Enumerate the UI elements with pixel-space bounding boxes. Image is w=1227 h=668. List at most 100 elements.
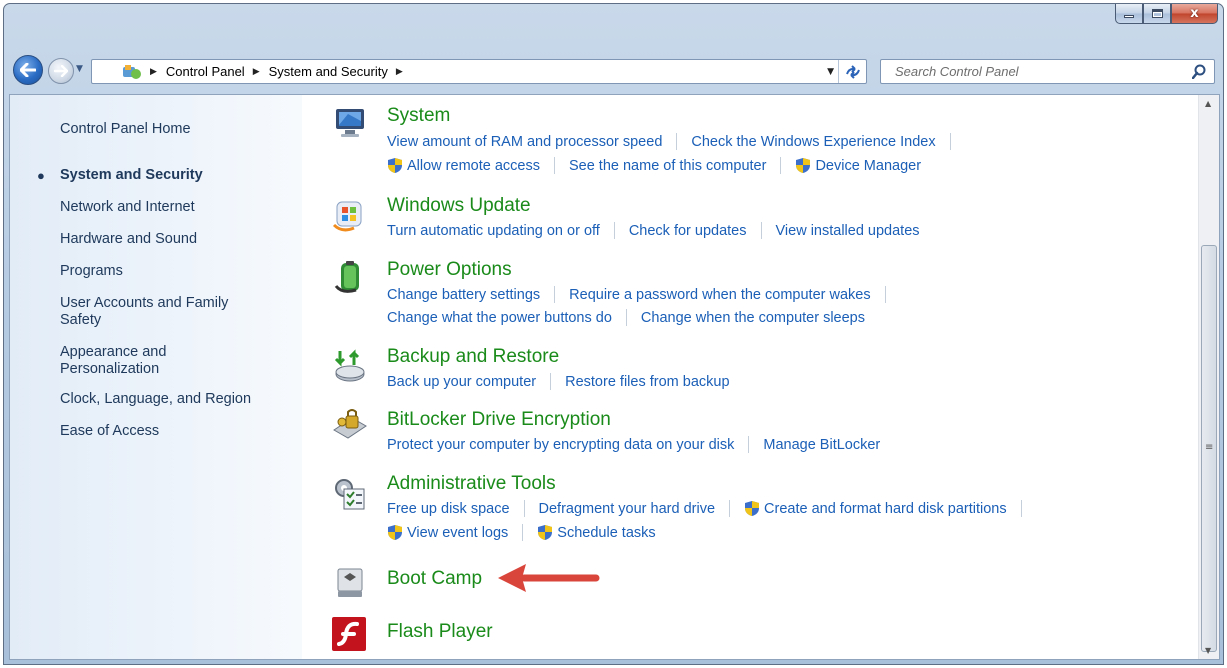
link-separator: [522, 524, 524, 541]
title-bar[interactable]: x: [4, 4, 1223, 50]
back-button[interactable]: [13, 55, 43, 85]
battery-icon: [334, 261, 359, 293]
scroll-down-icon[interactable]: ▼: [1205, 646, 1211, 655]
sidebar-item-programs[interactable]: Programs: [60, 263, 290, 280]
close-icon: x: [1190, 6, 1199, 21]
link-power-buttons[interactable]: Change what the power buttons do: [387, 310, 612, 326]
bitlocker-icon: [333, 409, 367, 439]
links-row: Protect your computer by encrypting data…: [387, 436, 880, 453]
link-check-for-updates[interactable]: Check for updates: [629, 223, 747, 239]
link-separator: [760, 222, 762, 239]
link-schedule-tasks[interactable]: Schedule tasks: [537, 524, 656, 541]
sidebar-item-network-and-internet[interactable]: Network and Internet: [60, 199, 290, 216]
sidebar-item-hardware-and-sound[interactable]: Hardware and Sound: [60, 231, 290, 248]
link-require-password-wake[interactable]: Require a password when the computer wak…: [569, 287, 870, 303]
link-separator: [625, 309, 627, 326]
back-arrow-icon: [20, 63, 36, 77]
link-separator: [676, 133, 678, 150]
link-separator: [949, 133, 951, 150]
windows-update-icon: [332, 201, 362, 232]
vertical-scrollbar[interactable]: ▲ ≡ ▼: [1198, 95, 1219, 659]
link-see-computer-name[interactable]: See the name of this computer: [569, 158, 766, 174]
content-area: Control Panel Home ● System and Security …: [9, 94, 1220, 660]
link-separator: [550, 373, 552, 390]
category-title-power-options[interactable]: Power Options: [387, 259, 512, 281]
link-separator: [523, 500, 525, 517]
category-title-administrative-tools[interactable]: Administrative Tools: [387, 473, 556, 495]
scroll-up-icon[interactable]: ▲: [1205, 99, 1211, 108]
category-title-flash-player[interactable]: Flash Player: [387, 621, 493, 643]
link-view-ram[interactable]: View amount of RAM and processor speed: [387, 134, 662, 150]
links-row: View amount of RAM and processor speed C…: [387, 133, 965, 150]
link-label: Schedule tasks: [557, 524, 656, 541]
sidebar: Control Panel Home ● System and Security …: [10, 95, 302, 659]
maximize-button[interactable]: [1143, 4, 1171, 24]
link-view-installed-updates[interactable]: View installed updates: [776, 223, 920, 239]
category-title-boot-camp[interactable]: Boot Camp: [387, 568, 482, 590]
link-create-format-partitions[interactable]: Create and format hard disk partitions: [744, 500, 1007, 517]
links-row: Change battery settings Require a passwo…: [387, 286, 900, 303]
uac-shield-icon: [538, 525, 553, 540]
search-input[interactable]: Search Control Panel: [880, 59, 1215, 84]
links-row: Free up disk space Defragment your hard …: [387, 500, 1036, 517]
refresh-icon[interactable]: [838, 60, 866, 83]
minimize-button[interactable]: [1115, 4, 1143, 24]
address-bar[interactable]: ▶ Control Panel ▶ System and Security ▶ …: [91, 59, 867, 84]
link-view-event-logs[interactable]: View event logs: [387, 524, 508, 541]
scroll-thumb[interactable]: ≡: [1201, 245, 1217, 652]
link-restore-files[interactable]: Restore files from backup: [565, 374, 729, 390]
computer-icon: [336, 109, 364, 137]
link-separator: [729, 500, 731, 517]
sidebar-item-ease-of-access[interactable]: Ease of Access: [60, 423, 290, 440]
control-panel-icon: [122, 63, 142, 81]
boot-camp-icon: [337, 568, 363, 597]
uac-shield-icon: [388, 158, 402, 173]
link-protect-computer-encrypting[interactable]: Protect your computer by encrypting data…: [387, 437, 734, 453]
link-label: Device Manager: [815, 157, 922, 174]
link-computer-sleeps[interactable]: Change when the computer sleeps: [641, 310, 865, 326]
forward-button[interactable]: [48, 58, 74, 84]
link-separator: [780, 157, 782, 174]
forward-arrow-icon: [54, 65, 68, 77]
link-label: View event logs: [407, 524, 509, 541]
breadcrumb-system-and-security[interactable]: System and Security: [269, 64, 388, 79]
search-icon[interactable]: [1191, 64, 1206, 82]
link-back-up-computer[interactable]: Back up your computer: [387, 374, 536, 390]
link-check-experience-index[interactable]: Check the Windows Experience Index: [691, 134, 935, 150]
maximize-icon: [1151, 9, 1163, 18]
link-turn-automatic-updating[interactable]: Turn automatic updating on or off: [387, 223, 600, 239]
link-separator: [554, 286, 556, 303]
link-defragment[interactable]: Defragment your hard drive: [539, 501, 716, 517]
active-bullet-icon: ●: [37, 168, 45, 183]
category-title-windows-update[interactable]: Windows Update: [387, 195, 531, 217]
sidebar-item-system-and-security[interactable]: ● System and Security: [37, 167, 290, 184]
links-row: Turn automatic updating on or off Check …: [387, 222, 920, 239]
link-separator: [884, 286, 886, 303]
uac-shield-icon: [388, 525, 402, 540]
link-manage-bitlocker[interactable]: Manage BitLocker: [763, 437, 880, 453]
category-list: System View amount of RAM and processor …: [302, 95, 1198, 659]
close-button[interactable]: x: [1171, 4, 1218, 24]
sidebar-item-user-accounts[interactable]: User Accounts and Family Safety: [60, 295, 260, 329]
sidebar-item-appearance[interactable]: Appearance and Personalization: [60, 344, 200, 378]
link-allow-remote-access[interactable]: Allow remote access: [387, 157, 540, 174]
links-row: Back up your computer Restore files from…: [387, 373, 730, 390]
address-dropdown-icon[interactable]: ▼: [827, 67, 834, 77]
link-device-manager[interactable]: Device Manager: [795, 157, 921, 174]
breadcrumb-separator-icon[interactable]: ▶: [396, 67, 403, 77]
admin-tools-icon: [335, 479, 365, 510]
sidebar-item-control-panel-home[interactable]: Control Panel Home: [60, 121, 290, 138]
links-row: Allow remote access See the name of this…: [387, 157, 921, 174]
link-free-up-disk-space[interactable]: Free up disk space: [387, 501, 510, 517]
link-change-battery-settings[interactable]: Change battery settings: [387, 287, 540, 303]
breadcrumb-separator-icon[interactable]: ▶: [253, 67, 260, 77]
recent-pages-dropdown-icon[interactable]: ▼: [76, 64, 83, 74]
category-title-bitlocker[interactable]: BitLocker Drive Encryption: [387, 409, 611, 431]
sidebar-item-clock-language-region[interactable]: Clock, Language, and Region: [60, 391, 290, 408]
breadcrumb-separator-icon: ▶: [150, 66, 157, 77]
red-arrow-annotation: [498, 564, 600, 592]
category-title-backup-and-restore[interactable]: Backup and Restore: [387, 346, 559, 368]
breadcrumb-control-panel[interactable]: Control Panel: [166, 64, 245, 79]
minimize-icon: [1124, 15, 1134, 18]
category-title-system[interactable]: System: [387, 105, 450, 127]
